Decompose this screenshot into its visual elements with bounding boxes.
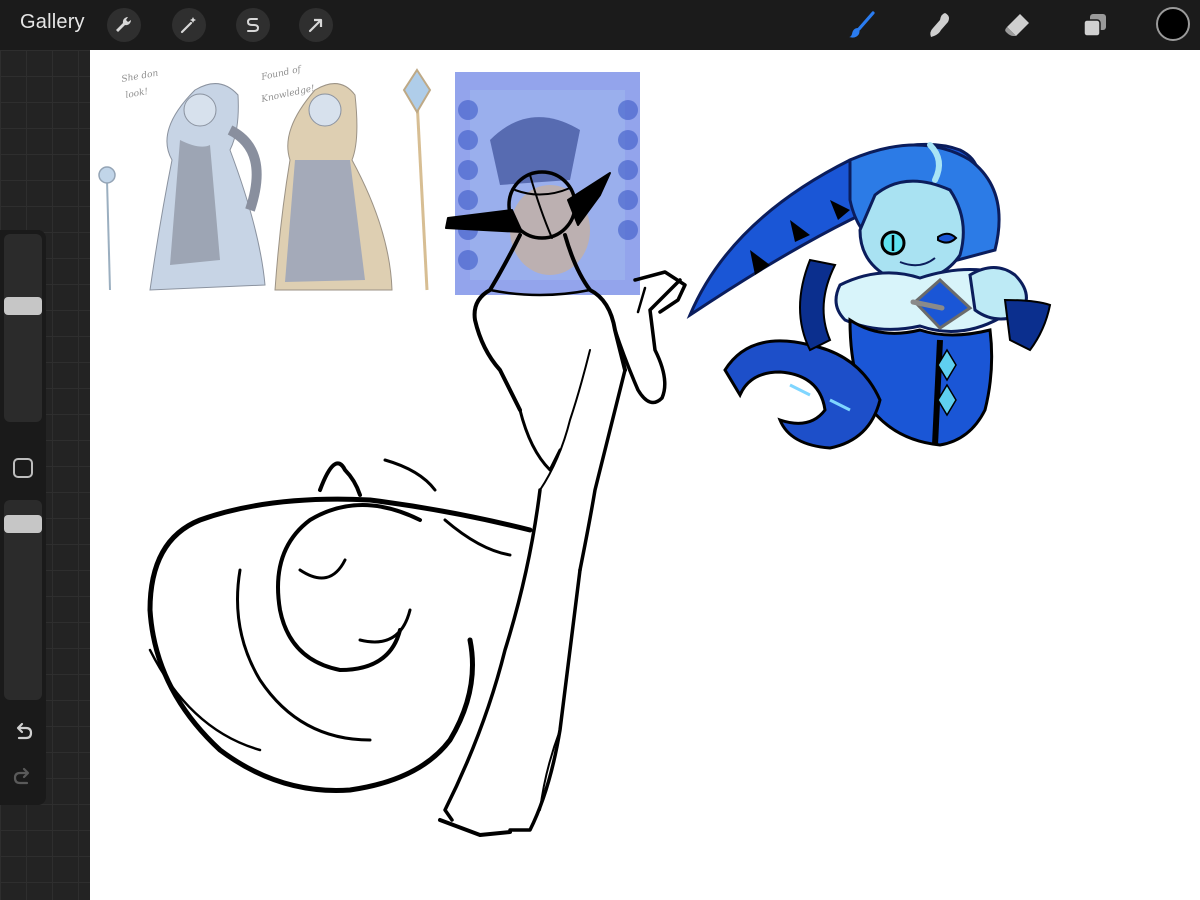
magic-wand-icon [180,17,196,34]
svg-text:look!: look! [125,87,150,101]
brush-icon [849,11,875,38]
wrench-icon [116,16,132,32]
smudge-icon [930,13,949,37]
redo-icon[interactable] [11,765,35,789]
brush-size-thumb[interactable] [4,297,42,315]
reference-sketch-sheet: She don look! Found of Knowledge! [98,64,432,291]
colored-character-art [686,142,1052,450]
layers-button[interactable] [1078,8,1112,42]
transform-button[interactable] [299,8,333,42]
brush-tool-button[interactable] [845,8,879,42]
brush-size-slider[interactable] [4,234,42,422]
layers-icon [1083,14,1106,37]
selection-button[interactable] [236,8,270,42]
opacity-thumb[interactable] [4,515,42,533]
reference-card [455,72,640,295]
undo-icon[interactable] [11,720,35,744]
selection-s-icon [246,18,260,32]
top-toolbar: Gallery [0,0,1200,50]
gallery-button[interactable]: Gallery [20,11,85,34]
transform-arrow-icon [308,18,323,33]
color-picker-button[interactable] [1156,7,1190,41]
adjustments-button[interactable] [172,8,206,42]
actions-button[interactable] [107,8,141,42]
smudge-tool-button[interactable] [923,8,957,42]
modify-button[interactable] [13,458,33,478]
svg-text:Found of: Found of [260,64,304,83]
side-toolbar [0,230,46,805]
artwork-layer: She don look! Found of Knowledge! [98,64,1052,837]
drawing-canvas[interactable]: She don look! Found of Knowledge! [90,50,1200,900]
eraser-tool-button[interactable] [1000,8,1034,42]
svg-text:She don: She don [121,69,159,85]
eraser-icon [1005,14,1029,36]
